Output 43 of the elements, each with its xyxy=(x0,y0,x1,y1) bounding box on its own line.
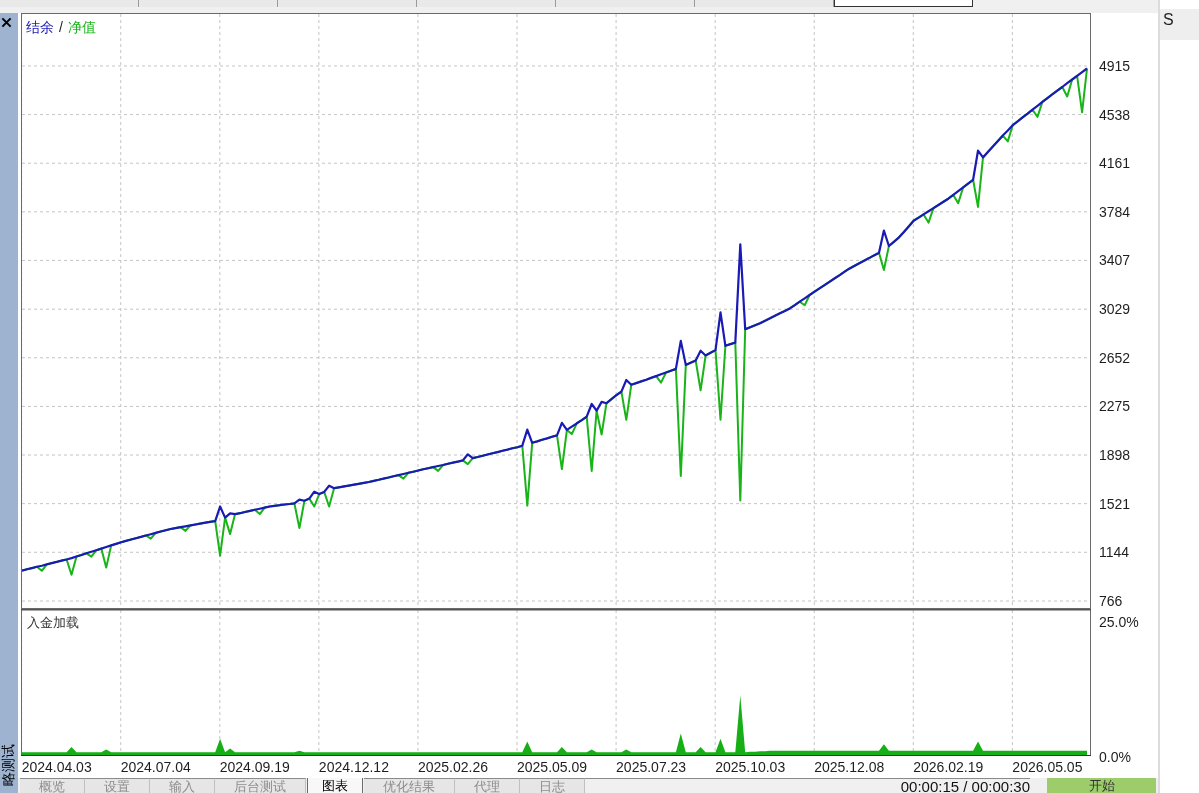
legend-label: 结余 xyxy=(26,19,54,35)
tab[interactable]: 代理 xyxy=(455,778,520,793)
tab[interactable]: 日志 xyxy=(520,778,585,793)
tab[interactable]: 优化结果 xyxy=(364,778,455,793)
x-axis-label: 2026.02.19 xyxy=(913,759,984,775)
legend-separator: / xyxy=(59,19,63,35)
x-axis-label: 2024.07.04 xyxy=(120,759,191,775)
y-axis-label: 766 xyxy=(1099,593,1123,609)
tab[interactable]: 设置 xyxy=(85,778,150,793)
x-axis-label: 2025.12.08 xyxy=(814,759,885,775)
panel-header: S xyxy=(1160,9,1199,40)
y-axis-label: 3784 xyxy=(1099,203,1131,220)
close-icon[interactable] xyxy=(1,17,12,28)
legend-label: 净值 xyxy=(67,19,96,35)
y-axis-label: 0.0% xyxy=(1099,749,1131,765)
elapsed-time: 00:00:15 / 00:00:30 xyxy=(900,778,1030,793)
y-axis-label: 1521 xyxy=(1099,495,1131,512)
y-axis-label: 1898 xyxy=(1099,447,1131,464)
y-axis-label: 4538 xyxy=(1099,106,1131,123)
x-axis-label: 2025.10.03 xyxy=(715,759,786,775)
x-axis-label: 2024.04.03 xyxy=(21,759,92,775)
y-axis-label: 25.0% xyxy=(1099,613,1139,630)
y-axis-label: 2275 xyxy=(1099,398,1131,415)
side-label: 略测试 xyxy=(0,743,16,788)
tab[interactable]: 概览 xyxy=(20,778,85,793)
tab[interactable]: 后台测试 xyxy=(215,778,306,793)
y-axis-label: 2652 xyxy=(1099,349,1131,366)
x-axis-label: 2026.05.05 xyxy=(1012,759,1083,775)
tab[interactable]: 图表 xyxy=(307,778,363,793)
x-axis-label: 2025.05.09 xyxy=(517,759,588,775)
y-axis-label: 1144 xyxy=(1099,544,1130,561)
chart-title: 入金加载 xyxy=(27,614,79,630)
x-axis-label: 2024.12.12 xyxy=(318,759,389,775)
y-axis-label: 3029 xyxy=(1099,301,1131,318)
x-axis-label: 2024.09.19 xyxy=(219,759,290,775)
y-axis-label: 4915 xyxy=(1099,57,1131,74)
y-axis-label: 4161 xyxy=(1099,155,1131,172)
x-axis-label: 2025.07.23 xyxy=(616,759,687,775)
x-axis-label: 2025.02.26 xyxy=(417,759,488,775)
y-axis-label: 3407 xyxy=(1099,252,1131,269)
start-button[interactable]: 开始 xyxy=(1047,778,1156,793)
tab[interactable]: 输入 xyxy=(150,778,215,793)
tab[interactable] xyxy=(834,0,973,7)
